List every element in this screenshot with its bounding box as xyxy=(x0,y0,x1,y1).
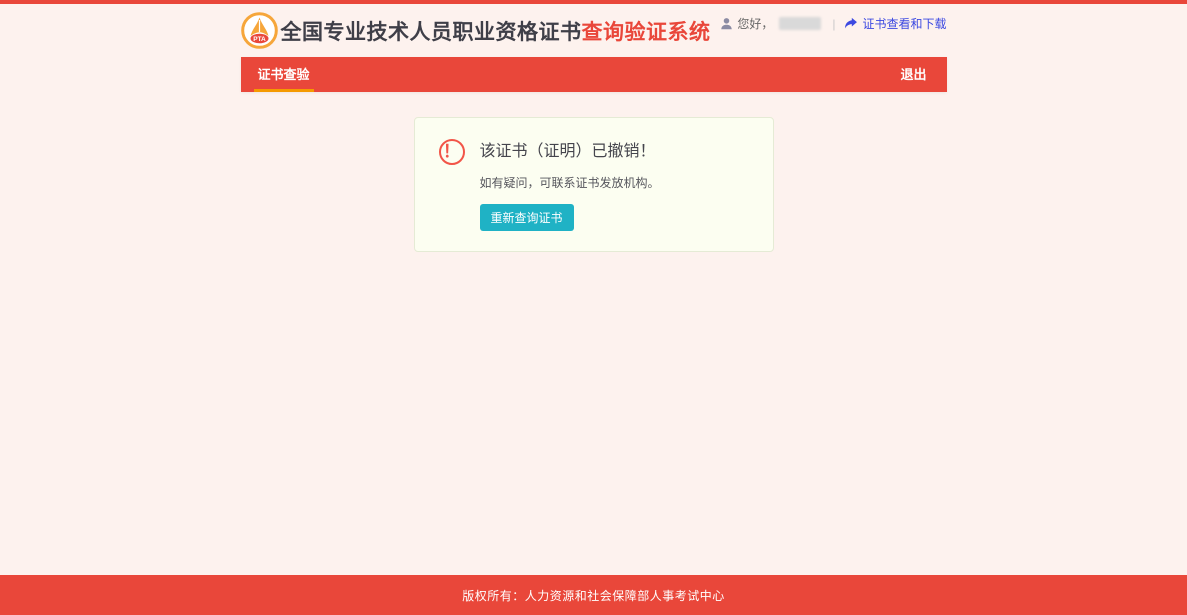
alert-subtitle: 如有疑问，可联系证书发放机构。 xyxy=(480,174,749,191)
requery-certificate-button[interactable]: 重新查询证书 xyxy=(480,204,574,231)
main-nav: 证书查验 退出 xyxy=(0,57,1187,92)
copyright-text: 版权所有：人力资源和社会保障部人事考试中心 xyxy=(462,587,725,604)
logout-button[interactable]: 退出 xyxy=(880,57,946,92)
tab-label: 证书查验 xyxy=(258,67,310,82)
active-tab-underline xyxy=(254,89,314,92)
certificate-download-link[interactable]: 证书查看和下载 xyxy=(844,15,946,32)
tab-certificate-verification[interactable]: 证书查验 xyxy=(241,57,327,92)
user-bar: 您好， | 证书查看和下载 xyxy=(720,15,946,32)
pta-logo-text: PTA xyxy=(253,36,266,43)
redacted-username xyxy=(779,17,821,30)
revoked-alert-panel: ！ 该证书（证明）已撤销！ 如有疑问，可联系证书发放机构。 重新查询证书 xyxy=(414,117,774,252)
page-title-accent: 查询验证系统 xyxy=(582,21,711,44)
greeting-text: 您好， xyxy=(737,15,773,32)
pta-logo-icon: PTA xyxy=(241,12,278,49)
warning-icon: ！ xyxy=(439,139,465,165)
alert-title: 该证书（证明）已撤销！ xyxy=(480,139,656,165)
divider: | xyxy=(832,17,835,31)
user-icon xyxy=(720,17,733,30)
page-title: 全国专业技术人员职业资格证书查询验证系统 xyxy=(281,16,711,46)
page-title-main: 全国专业技术人员职业资格证书 xyxy=(281,21,582,44)
main-content: ！ 该证书（证明）已撤销！ 如有疑问，可联系证书发放机构。 重新查询证书 xyxy=(0,92,1187,575)
download-link-label: 证书查看和下载 xyxy=(862,15,946,32)
brand: PTA 全国专业技术人员职业资格证书查询验证系统 xyxy=(241,12,711,49)
header: PTA 全国专业技术人员职业资格证书查询验证系统 您好， | 证书查看和下载 xyxy=(0,4,1187,57)
share-arrow-icon xyxy=(844,17,858,30)
footer: 版权所有：人力资源和社会保障部人事考试中心 xyxy=(0,575,1187,615)
